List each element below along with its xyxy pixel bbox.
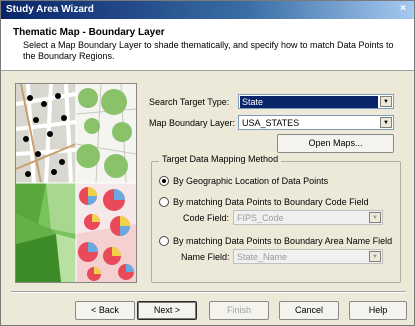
name-field-value: State_Name — [237, 252, 288, 262]
window-title: Study Area Wizard — [6, 4, 94, 15]
page-title: Thematic Map - Boundary Layer — [13, 27, 165, 38]
open-maps-button[interactable]: Open Maps... — [277, 134, 394, 153]
title-bar[interactable]: Study Area Wizard × — [1, 1, 414, 19]
search-target-select[interactable]: State ▼ — [238, 94, 394, 109]
dropdown-arrow-icon[interactable]: ▼ — [380, 117, 392, 128]
option-code-label[interactable]: By matching Data Points to Boundary Code… — [173, 197, 369, 207]
mapping-method-label: Target Data Mapping Method — [159, 154, 282, 164]
thematic-map-illustration — [15, 83, 137, 283]
search-target-value: State — [240, 96, 378, 108]
help-button[interactable]: Help — [349, 301, 407, 320]
map-thumbnails-image — [16, 84, 136, 282]
page-description: Select a Map Boundary Layer to shade the… — [23, 40, 394, 61]
name-field-select[interactable]: State_Name ▼ — [233, 249, 383, 264]
search-target-label: Search Target Type: — [149, 97, 230, 107]
wizard-header: Thematic Map - Boundary Layer Select a M… — [1, 19, 414, 71]
dropdown-arrow-icon[interactable]: ▼ — [369, 251, 381, 262]
back-button[interactable]: < Back — [75, 301, 135, 320]
dropdown-arrow-icon[interactable]: ▼ — [369, 212, 381, 223]
radio-geo-location[interactable] — [159, 176, 169, 186]
name-field-label: Name Field: — [181, 252, 230, 262]
radio-name-field[interactable] — [159, 236, 169, 246]
wizard-window: Study Area Wizard × Thematic Map - Bound… — [0, 0, 415, 326]
code-field-select[interactable]: FIPS_Code ▼ — [233, 210, 383, 225]
cancel-button[interactable]: Cancel — [279, 301, 339, 320]
finish-button[interactable]: Finish — [209, 301, 269, 320]
close-icon[interactable]: × — [396, 2, 410, 16]
radio-code-field[interactable] — [159, 197, 169, 207]
footer-separator — [11, 291, 406, 293]
code-field-label: Code Field: — [183, 213, 230, 223]
code-field-value: FIPS_Code — [237, 213, 284, 223]
boundary-layer-value: USA_STATES — [242, 118, 300, 128]
boundary-layer-label: Map Boundary Layer: — [149, 118, 236, 128]
option-geo-label[interactable]: By Geographic Location of Data Points — [173, 176, 328, 186]
option-name-label[interactable]: By matching Data Points to Boundary Area… — [173, 236, 392, 246]
boundary-layer-select[interactable]: USA_STATES ▼ — [238, 115, 394, 130]
dropdown-arrow-icon[interactable]: ▼ — [380, 96, 392, 107]
next-button[interactable]: Next > — [137, 301, 197, 320]
